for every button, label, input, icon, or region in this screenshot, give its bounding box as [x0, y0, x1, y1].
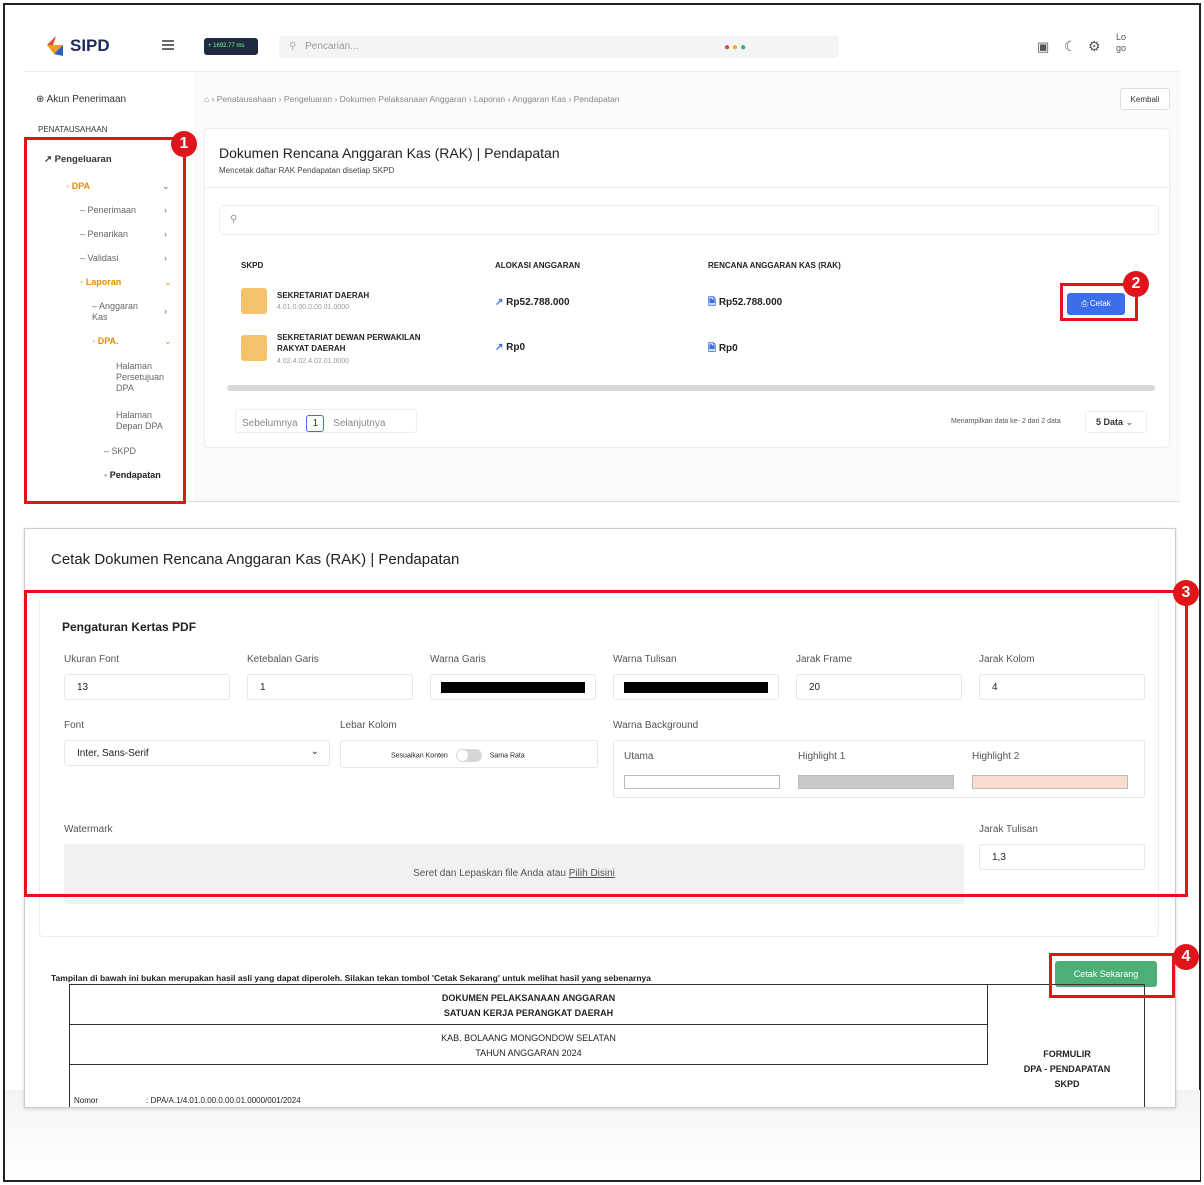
doc-line3: KAB. BOLAANG MONGONDOW SELATAN [441, 1033, 616, 1043]
per-page-value: 5 Data [1096, 417, 1124, 427]
rak-amount: Rp0 [718, 343, 738, 354]
page-title: Dokumen Rencana Anggaran Kas (RAK) | Pen… [219, 145, 560, 161]
back-button[interactable]: Kembali [1120, 88, 1170, 110]
horizontal-scrollbar[interactable] [227, 385, 1155, 391]
formulir-label: FORMULIR [1043, 1049, 1091, 1059]
sipd-logo-icon [47, 36, 63, 56]
rak-list-screen: SIPD + 1692.77 ms ⚲ Pencarian... ●●● ▣ ☾… [24, 22, 1180, 502]
breadcrumb-item[interactable]: Penatausahaan [217, 94, 277, 104]
layout-icon[interactable]: ▣ [1037, 39, 1049, 55]
circle-plus-icon: ⊕ [36, 94, 45, 105]
doc-header-bottom: KAB. BOLAANG MONGONDOW SELATAN TAHUN ANG… [70, 1025, 988, 1065]
trend-up-icon: ↗ [495, 297, 504, 308]
column-header: SKPD [241, 261, 264, 270]
annotation-badge: 3 [1173, 580, 1199, 606]
formulir-skpd: SKPD [1054, 1079, 1080, 1089]
top-bar: SIPD + 1692.77 ms ⚲ Pencarian... ●●● ▣ ☾… [24, 22, 1180, 72]
annotation-box-cetak-sekarang [1049, 953, 1175, 998]
pagination-info: Menampilkan data ke- 2 dari 2 data [951, 418, 1061, 425]
menu-icon[interactable] [162, 40, 174, 50]
preview-note: Tampilan di bawah ini bukan merupakan ha… [51, 973, 651, 983]
document-icon: 🗎 [708, 343, 717, 354]
avatar[interactable]: Lo go [1116, 32, 1150, 54]
breadcrumb-item[interactable]: Laporan [474, 94, 505, 104]
building-icon [241, 288, 267, 314]
annotation-box-settings [24, 590, 1188, 897]
building-icon [241, 335, 267, 361]
rak-list-card: Dokumen Rencana Anggaran Kas (RAK) | Pen… [204, 128, 1171, 448]
account-selector[interactable]: ⊕ Akun Penerimaan [36, 94, 126, 105]
global-search[interactable]: ⚲ Pencarian... [279, 36, 839, 58]
performance-chip: + 1692.77 ms [204, 38, 258, 55]
annotation-badge: 4 [1173, 944, 1199, 970]
prev-page-button[interactable]: Sebelumnya [242, 418, 298, 429]
section-label: PENATAUSAHAAN [38, 125, 108, 134]
breadcrumb-item[interactable]: Anggaran Kas [512, 94, 566, 104]
annotation-badge: 1 [171, 131, 197, 157]
doc-formulir: FORMULIR DPA - PENDAPATAN SKPD [988, 985, 1146, 1107]
skpd-code: 4.02.4.02.4.02.01.0000 [277, 358, 350, 365]
breadcrumb-item[interactable]: Pengeluaran [284, 94, 332, 104]
rak-value: 🗎 Rp52.788.000 [708, 295, 782, 312]
doc-nomor-label: Nomor [74, 1096, 99, 1105]
rak-amount: Rp52.788.000 [718, 297, 783, 308]
next-page-button[interactable]: Selanjutnya [333, 418, 385, 429]
skpd-name: SEKRETARIAT DEWAN PERWAKILAN RAKYAT DAER… [277, 333, 421, 353]
doc-header-top: DOKUMEN PELAKSANAAN ANGGARAN SATUAN KERJ… [70, 985, 988, 1025]
doc-line2: SATUAN KERJA PERANGKAT DAERAH [443, 1008, 614, 1018]
status-dots-icon: ●●● [724, 42, 749, 53]
page-number[interactable]: 1 [306, 415, 325, 432]
breadcrumb: ⌂ › Penatausahaan › Pengeluaran › Dokume… [204, 94, 620, 104]
settings-icon[interactable]: ⚙ [1088, 38, 1101, 55]
chevron-down-icon: ⌄ [1125, 417, 1134, 427]
skpd-name: SEKRETARIAT DAERAH [277, 291, 370, 300]
logo-text: SIPD [70, 36, 110, 55]
annotation-badge: 2 [1123, 271, 1149, 297]
skpd-code: 4.01.0.00.0.00.01.0000 [277, 304, 350, 311]
home-icon[interactable]: ⌂ [204, 94, 209, 104]
print-title: Cetak Dokumen Rencana Anggaran Kas (RAK)… [51, 551, 460, 568]
doc-line4: TAHUN ANGGARAN 2024 [475, 1048, 582, 1058]
account-label: Akun Penerimaan [46, 94, 127, 105]
document-preview: DOKUMEN PELAKSANAAN ANGGARAN SATUAN KERJ… [69, 984, 1146, 1107]
alokasi-amount: Rp52.788.000 [506, 297, 570, 308]
page-subtitle: Mencetak daftar RAK Pendapatan disetiap … [219, 166, 395, 175]
document-icon: 🗎 [708, 297, 717, 308]
alokasi-value: ↗ Rp0 [495, 342, 525, 353]
breadcrumb-item[interactable]: Pendapatan [574, 94, 620, 104]
search-placeholder: Pencarian... [305, 41, 359, 52]
doc-line1: DOKUMEN PELAKSANAAN ANGGARAN [441, 993, 616, 1003]
sipd-logo[interactable]: SIPD [44, 34, 110, 58]
doc-nomor: : DPA/A.1/4.01.0.00.0.00.01.0000/001/202… [146, 1096, 301, 1105]
column-header: ALOKASI ANGGARAN [495, 261, 581, 270]
alokasi-value: ↗ Rp52.788.000 [495, 297, 570, 308]
formulir-type: DPA - PENDAPATAN [1023, 1064, 1111, 1074]
annotation-box-sidebar [24, 137, 186, 504]
per-page-select[interactable]: 5 Data ⌄ [1085, 411, 1147, 433]
trend-up-icon: ↗ [495, 342, 504, 353]
search-icon: ⚲ [289, 41, 297, 52]
alokasi-amount: Rp0 [506, 342, 526, 353]
table-search-input[interactable]: ⚲ [219, 205, 1159, 235]
moon-icon[interactable]: ☾ [1064, 38, 1077, 55]
rak-value: 🗎 Rp0 [708, 341, 738, 358]
pagination: Sebelumnya 1 Selanjutnya [235, 409, 417, 433]
breadcrumb-item[interactable]: Dokumen Pelaksanaan Anggaran [340, 94, 467, 104]
column-header: RENCANA ANGGARAN KAS (RAK) [708, 261, 841, 270]
search-icon: ⚲ [230, 214, 238, 225]
